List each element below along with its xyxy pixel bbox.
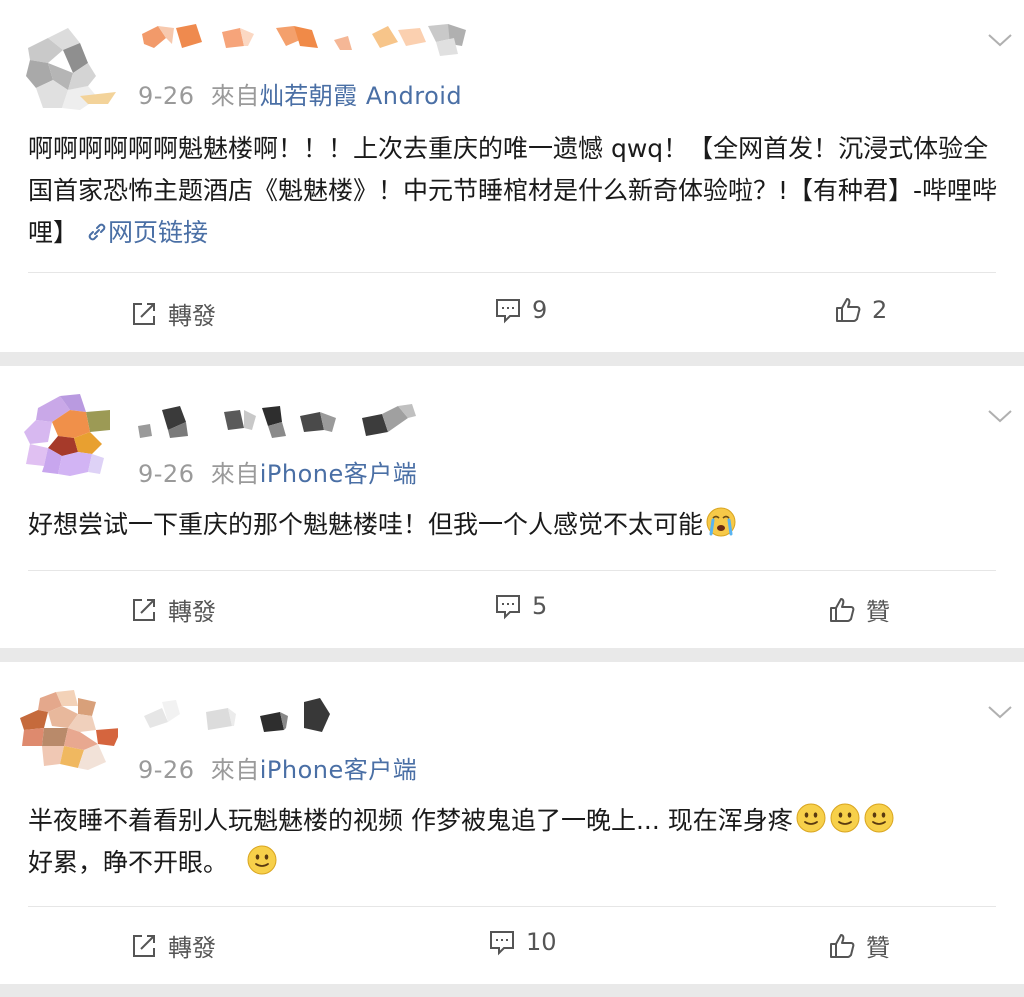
- comment-icon: [496, 595, 520, 620]
- source-link[interactable]: iPhone客户端: [260, 756, 418, 784]
- web-link-label: 网页链接: [107, 218, 208, 247]
- post-date: 9-26: [138, 460, 195, 488]
- post-text-line: 半夜睡不着看别人玩魁魅楼的视频 作梦被鬼追了一晚上... 现在浑身疼: [28, 800, 1004, 842]
- repost-icon: [133, 302, 155, 325]
- source-prefix: 來自: [210, 82, 260, 110]
- like-button[interactable]: 贊: [828, 928, 890, 963]
- post-meta: 9-26 來自iPhone客户端: [138, 750, 417, 785]
- slight-smile-emoji: [796, 803, 826, 833]
- chevron-down-icon[interactable]: [986, 702, 1014, 722]
- crying-face-emoji: [706, 507, 736, 537]
- thumbs-up-icon: [836, 298, 861, 322]
- chevron-down-icon[interactable]: [986, 406, 1014, 426]
- repost-icon: [133, 934, 155, 957]
- comment-count: 9: [532, 296, 548, 324]
- avatar[interactable]: [18, 684, 118, 784]
- repost-label: 轉發: [168, 598, 216, 626]
- like-button[interactable]: 2: [834, 296, 887, 324]
- repost-label: 轉發: [168, 302, 216, 330]
- like-button[interactable]: 贊: [828, 592, 890, 627]
- source-prefix: 來自: [210, 756, 260, 784]
- repost-label: 轉發: [168, 934, 216, 962]
- repost-icon: [133, 598, 155, 621]
- post-text: 半夜睡不着看别人玩魁魅楼的视频 作梦被鬼追了一晚上... 现在浑身疼 好累，睁不…: [28, 800, 1004, 884]
- repost-button[interactable]: 轉發: [130, 928, 216, 963]
- thumbs-up-icon: [830, 597, 855, 622]
- comment-icon: [496, 299, 520, 324]
- slight-smile-emoji: [830, 803, 860, 833]
- source-link[interactable]: iPhone客户端: [260, 460, 418, 488]
- comment-button[interactable]: 10: [488, 928, 557, 956]
- repost-button[interactable]: 轉發: [130, 592, 216, 627]
- post-date: 9-26: [138, 82, 195, 110]
- post-text: 啊啊啊啊啊啊魁魅楼啊！！！上次去重庆的唯一遗憾 qwq！【全网首发！沉浸式体验全…: [28, 128, 1004, 254]
- thumbs-up-icon: [830, 933, 855, 958]
- weibo-comment-feed: 9-26 來自灿若朝霞 Android 啊啊啊啊啊啊魁魅楼啊！！！上次去重庆的唯…: [0, 0, 1024, 997]
- post-card: 9-26 來自灿若朝霞 Android 啊啊啊啊啊啊魁魅楼啊！！！上次去重庆的唯…: [0, 0, 1024, 352]
- comment-count: 5: [532, 592, 548, 620]
- post-text-body: 好想尝试一下重庆的那个魁魅楼哇！但我一个人感觉不太可能: [28, 510, 704, 539]
- chevron-down-icon[interactable]: [986, 30, 1014, 50]
- slight-smile-emoji: [247, 845, 277, 875]
- post-text-line: 好累，睁不开眼。: [28, 842, 1004, 884]
- post-text-body: 半夜睡不着看别人玩魁魅楼的视频 作梦被鬼追了一晚上... 现在浑身疼: [28, 806, 793, 835]
- comment-count: 10: [526, 928, 557, 956]
- post-meta: 9-26 來自灿若朝霞 Android: [138, 76, 462, 111]
- comment-button[interactable]: 9: [494, 296, 547, 324]
- username-blurred[interactable]: [136, 694, 476, 734]
- post-card: 9-26 來自iPhone客户端 半夜睡不着看别人玩魁魅楼的视频 作梦被鬼追了一…: [0, 662, 1024, 984]
- like-count: 2: [872, 296, 888, 324]
- like-label: 贊: [866, 934, 890, 962]
- divider: [28, 272, 996, 273]
- post-card: 9-26 來自iPhone客户端 好想尝试一下重庆的那个魁魅楼哇！但我一个人感觉…: [0, 366, 1024, 648]
- avatar[interactable]: [18, 388, 118, 488]
- post-date: 9-26: [138, 756, 195, 784]
- web-link[interactable]: 网页链接: [86, 218, 208, 247]
- post-text: 好想尝试一下重庆的那个魁魅楼哇！但我一个人感觉不太可能: [28, 504, 1004, 546]
- post-meta: 9-26 來自iPhone客户端: [138, 454, 417, 489]
- link-icon: [88, 223, 106, 241]
- repost-button[interactable]: 轉發: [130, 296, 216, 331]
- avatar[interactable]: [18, 18, 118, 118]
- comment-icon: [490, 931, 514, 956]
- source-prefix: 來自: [210, 460, 260, 488]
- source-link[interactable]: 灿若朝霞 Android: [260, 82, 462, 110]
- post-text-body: 好累，睁不开眼。: [28, 848, 229, 877]
- username-blurred[interactable]: [136, 20, 476, 60]
- comment-button[interactable]: 5: [494, 592, 547, 620]
- divider: [28, 570, 996, 571]
- slight-smile-emoji: [864, 803, 894, 833]
- divider: [28, 906, 996, 907]
- username-blurred[interactable]: [136, 402, 476, 442]
- like-label: 贊: [866, 598, 890, 626]
